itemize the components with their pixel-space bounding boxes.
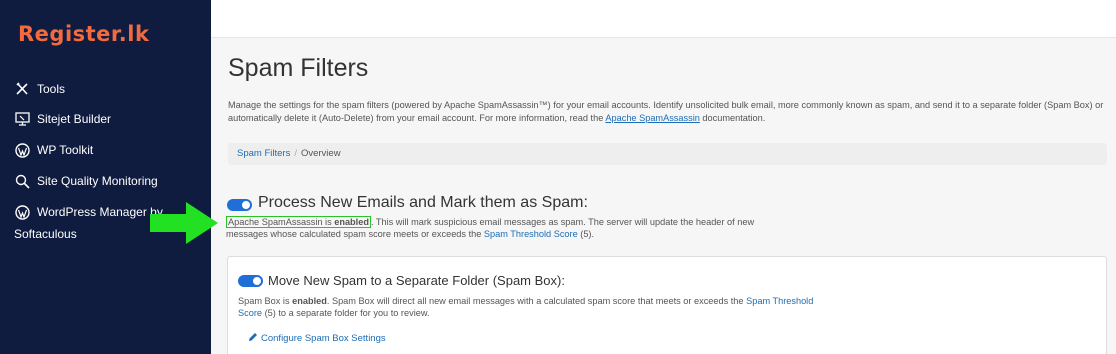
sidebar-item-label-line2[interactable]: Softaculous xyxy=(14,227,77,241)
breadcrumb-current: Overview xyxy=(300,148,341,159)
sidebar-item-label: WP Toolkit xyxy=(37,143,94,157)
sidebar-item-wp-toolkit[interactable]: WP Toolkit xyxy=(14,142,93,158)
sidebar-item-label: Tools xyxy=(37,82,66,96)
spamassassin-status: Apache SpamAssassin is enabled. This wil… xyxy=(226,216,755,239)
pencil-icon xyxy=(248,332,261,345)
configure-spam-box-link[interactable]: Configure Spam Box Settings xyxy=(248,332,386,345)
tools-icon xyxy=(14,81,30,97)
search-icon xyxy=(14,173,30,189)
green-arrow-icon xyxy=(150,202,220,249)
sidebar-item-label: Sitejet Builder xyxy=(37,112,112,126)
sidebar: Register.lk Tools Sitejet Builder WP Too… xyxy=(0,0,211,354)
spam-box-title: Move New Spam to a Separate Folder (Spam… xyxy=(268,273,565,288)
wordpress-icon xyxy=(14,204,30,220)
sidebar-item-tools[interactable]: Tools xyxy=(14,81,65,97)
process-spam-toggle[interactable] xyxy=(227,199,252,211)
sitejet-icon xyxy=(14,111,30,127)
sidebar-item-wordpress-manager[interactable]: WordPress Manager by xyxy=(14,204,163,220)
process-section-title: Process New Emails and Mark them as Spam… xyxy=(258,194,588,211)
sidebar-item-site-quality[interactable]: Site Quality Monitoring xyxy=(14,173,158,189)
sidebar-item-label: WordPress Manager by xyxy=(37,205,163,219)
page-title: Spam Filters xyxy=(228,54,369,82)
spam-box-card: Move New Spam to a Separate Folder (Spam… xyxy=(227,256,1107,354)
apache-spamassassin-link[interactable]: Apache SpamAssassin xyxy=(605,113,699,123)
breadcrumb-separator: / xyxy=(294,148,297,159)
spam-threshold-score-link[interactable]: Spam Threshold Score xyxy=(484,229,578,239)
page-description: Manage the settings for the spam filters… xyxy=(228,100,1104,123)
spam-box-enabled-text: enabled xyxy=(292,296,327,306)
wordpress-icon xyxy=(14,142,30,158)
status-enabled-text: enabled xyxy=(334,217,369,227)
brand-logo[interactable]: Register.lk xyxy=(18,22,149,46)
status-highlight-box: Apache SpamAssassin is enabled xyxy=(226,216,371,228)
breadcrumb: Spam Filters / Overview xyxy=(228,143,1107,165)
sidebar-item-sitejet[interactable]: Sitejet Builder xyxy=(14,111,111,127)
breadcrumb-spam-filters-link[interactable]: Spam Filters xyxy=(237,148,290,159)
sidebar-item-label: Site Quality Monitoring xyxy=(37,174,158,188)
top-bar xyxy=(211,0,1116,38)
spam-box-description: Spam Box is enabled. Spam Box will direc… xyxy=(238,296,814,318)
spam-box-toggle[interactable] xyxy=(238,275,263,287)
